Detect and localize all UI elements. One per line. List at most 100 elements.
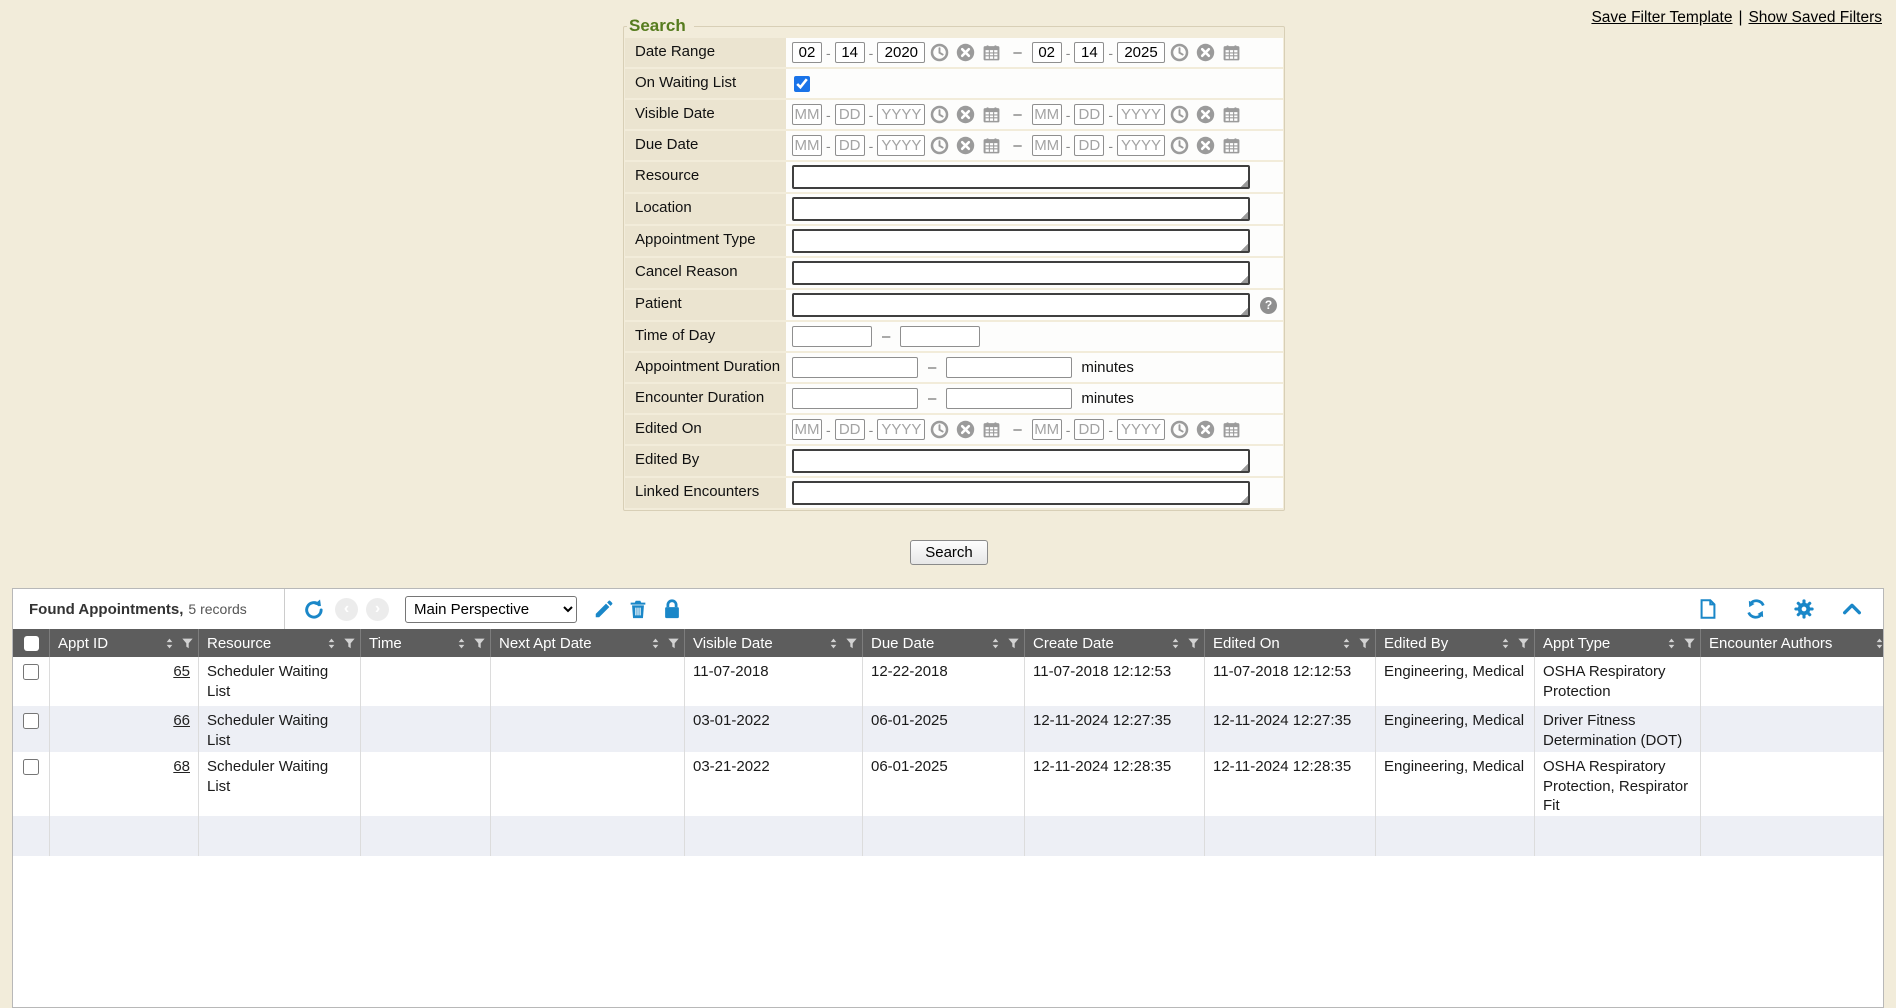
refresh-icon[interactable] xyxy=(1745,598,1767,620)
date-range-from-month-input[interactable] xyxy=(792,42,822,63)
sort-icon[interactable] xyxy=(455,637,468,650)
time-picker-icon[interactable] xyxy=(1170,136,1189,155)
due-date-from-month-input[interactable] xyxy=(792,135,822,156)
column-header-appt-id[interactable]: Appt ID xyxy=(49,629,198,657)
resource-input[interactable] xyxy=(792,165,1250,189)
appt-id-link[interactable]: 65 xyxy=(173,663,190,680)
column-header-visible-date[interactable]: Visible Date xyxy=(684,629,862,657)
date-range-to-day-input[interactable] xyxy=(1074,42,1104,63)
row-select-checkbox[interactable] xyxy=(23,664,39,680)
calendar-icon[interactable] xyxy=(1222,105,1241,124)
help-icon[interactable]: ? xyxy=(1260,297,1277,314)
filter-icon[interactable] xyxy=(1683,637,1696,650)
clear-date-icon[interactable] xyxy=(956,136,975,155)
column-header-edited-on[interactable]: Edited On xyxy=(1204,629,1375,657)
clear-date-icon[interactable] xyxy=(1196,43,1215,62)
time-picker-icon[interactable] xyxy=(930,43,949,62)
calendar-icon[interactable] xyxy=(1222,420,1241,439)
column-header-edited-by[interactable]: Edited By xyxy=(1375,629,1534,657)
collapse-chevron-up-icon[interactable] xyxy=(1841,598,1863,620)
visible-date-from-year-input[interactable] xyxy=(877,104,925,125)
clear-date-icon[interactable] xyxy=(956,105,975,124)
column-header-encounter-authors[interactable]: Encounter Authors xyxy=(1700,629,1883,657)
time-picker-icon[interactable] xyxy=(930,136,949,155)
new-document-icon[interactable] xyxy=(1697,598,1719,620)
due-date-to-year-input[interactable] xyxy=(1117,135,1165,156)
column-header-resource[interactable]: Resource xyxy=(198,629,360,657)
visible-date-from-month-input[interactable] xyxy=(792,104,822,125)
sort-icon[interactable] xyxy=(1873,637,1883,650)
due-date-from-day-input[interactable] xyxy=(835,135,865,156)
sort-icon[interactable] xyxy=(827,637,840,650)
search-button[interactable]: Search xyxy=(910,540,988,565)
visible-date-from-day-input[interactable] xyxy=(835,104,865,125)
edited-on-from-year-input[interactable] xyxy=(877,419,925,440)
appointment-duration-min-input[interactable] xyxy=(792,357,918,378)
encounter-duration-min-input[interactable] xyxy=(792,388,918,409)
calendar-icon[interactable] xyxy=(982,105,1001,124)
calendar-icon[interactable] xyxy=(1222,43,1241,62)
calendar-icon[interactable] xyxy=(1222,136,1241,155)
select-all-checkbox[interactable] xyxy=(24,636,39,651)
edited-on-to-year-input[interactable] xyxy=(1117,419,1165,440)
edited-on-to-day-input[interactable] xyxy=(1074,419,1104,440)
filter-icon[interactable] xyxy=(1007,637,1020,650)
column-header-create-date[interactable]: Create Date xyxy=(1024,629,1204,657)
filter-icon[interactable] xyxy=(473,637,486,650)
next-page-icon[interactable]: › xyxy=(366,598,389,621)
edited-on-to-month-input[interactable] xyxy=(1032,419,1062,440)
row-select-checkbox[interactable] xyxy=(23,759,39,775)
sort-icon[interactable] xyxy=(1169,637,1182,650)
filter-icon[interactable] xyxy=(1358,637,1371,650)
perspective-select[interactable]: Main Perspective xyxy=(405,596,577,623)
appointment-type-input[interactable] xyxy=(792,229,1250,253)
sort-icon[interactable] xyxy=(1499,637,1512,650)
column-header-next-apt-date[interactable]: Next Apt Date xyxy=(490,629,684,657)
date-range-from-day-input[interactable] xyxy=(835,42,865,63)
delete-perspective-icon[interactable] xyxy=(627,598,649,620)
sort-icon[interactable] xyxy=(325,637,338,650)
edited-by-input[interactable] xyxy=(792,449,1250,473)
save-filter-template-link[interactable]: Save Filter Template xyxy=(1591,9,1732,26)
column-header-appt-type[interactable]: Appt Type xyxy=(1534,629,1700,657)
column-header-due-date[interactable]: Due Date xyxy=(862,629,1024,657)
filter-icon[interactable] xyxy=(1187,637,1200,650)
sort-icon[interactable] xyxy=(1340,637,1353,650)
clear-date-icon[interactable] xyxy=(956,420,975,439)
due-date-to-day-input[interactable] xyxy=(1074,135,1104,156)
edit-perspective-icon[interactable] xyxy=(593,598,615,620)
cancel-reason-input[interactable] xyxy=(792,261,1250,285)
date-range-from-year-input[interactable] xyxy=(877,42,925,63)
visible-date-to-day-input[interactable] xyxy=(1074,104,1104,125)
previous-page-icon[interactable]: ‹ xyxy=(335,598,358,621)
time-picker-icon[interactable] xyxy=(1170,43,1189,62)
time-of-day-to-input[interactable] xyxy=(900,326,980,347)
calendar-icon[interactable] xyxy=(982,420,1001,439)
filter-icon[interactable] xyxy=(667,637,680,650)
time-picker-icon[interactable] xyxy=(1170,105,1189,124)
linked-encounters-input[interactable] xyxy=(792,481,1250,505)
patient-input[interactable] xyxy=(792,293,1250,317)
row-select-checkbox[interactable] xyxy=(23,713,39,729)
show-saved-filters-link[interactable]: Show Saved Filters xyxy=(1748,9,1882,26)
sort-icon[interactable] xyxy=(163,637,176,650)
time-picker-icon[interactable] xyxy=(930,420,949,439)
appt-id-link[interactable]: 68 xyxy=(173,758,190,775)
filter-icon[interactable] xyxy=(1517,637,1530,650)
edited-on-from-month-input[interactable] xyxy=(792,419,822,440)
due-date-to-month-input[interactable] xyxy=(1032,135,1062,156)
sort-icon[interactable] xyxy=(1665,637,1678,650)
time-picker-icon[interactable] xyxy=(1170,420,1189,439)
calendar-icon[interactable] xyxy=(982,136,1001,155)
clear-date-icon[interactable] xyxy=(1196,136,1215,155)
clear-date-icon[interactable] xyxy=(956,43,975,62)
appt-id-link[interactable]: 66 xyxy=(173,712,190,729)
clear-date-icon[interactable] xyxy=(1196,420,1215,439)
visible-date-to-month-input[interactable] xyxy=(1032,104,1062,125)
date-range-to-month-input[interactable] xyxy=(1032,42,1062,63)
undo-icon[interactable] xyxy=(303,598,325,620)
appointment-duration-max-input[interactable] xyxy=(946,357,1072,378)
due-date-from-year-input[interactable] xyxy=(877,135,925,156)
settings-gear-icon[interactable] xyxy=(1793,598,1815,620)
date-range-to-year-input[interactable] xyxy=(1117,42,1165,63)
